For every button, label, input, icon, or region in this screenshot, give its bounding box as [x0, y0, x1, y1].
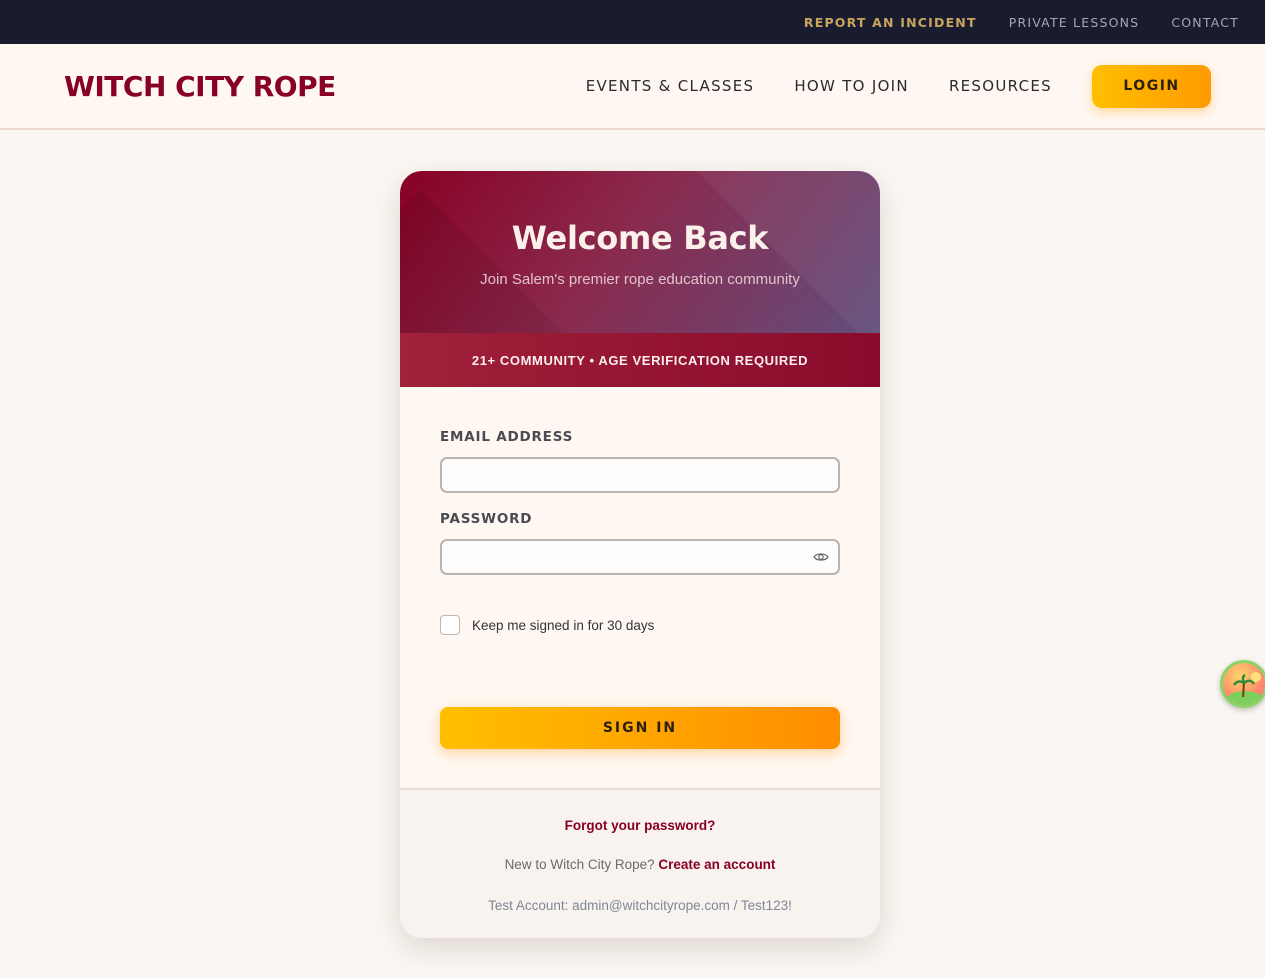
contact-link[interactable]: CONTACT [1171, 15, 1239, 30]
island-icon[interactable] [1220, 660, 1265, 708]
remember-me-label[interactable]: Keep me signed in for 30 days [472, 618, 654, 633]
nav-events-classes[interactable]: EVENTS & CLASSES [586, 77, 755, 95]
report-incident-link[interactable]: REPORT AN INCIDENT [804, 15, 977, 30]
signup-prompt-text: New to Witch City Rope? [504, 857, 655, 872]
page-title: Welcome Back [511, 219, 769, 257]
age-verification-banner: 21+ COMMUNITY • AGE VERIFICATION REQUIRE… [400, 333, 880, 387]
card-footer: Forgot your password? New to Witch City … [400, 788, 880, 938]
sign-in-button[interactable]: SIGN IN [440, 707, 840, 749]
test-account-note: Test Account: admin@witchcityrope.com / … [488, 898, 792, 913]
main-header: WITCH CITY ROPE EVENTS & CLASSES HOW TO … [0, 44, 1265, 130]
eye-icon[interactable] [813, 550, 829, 564]
header-login-button[interactable]: LOGIN [1092, 64, 1211, 108]
card-header: Welcome Back Join Salem's premier rope e… [400, 171, 880, 333]
password-label: PASSWORD [440, 511, 533, 527]
main-nav: EVENTS & CLASSES HOW TO JOIN RESOURCES L… [546, 64, 1211, 108]
email-label: EMAIL ADDRESS [440, 429, 574, 445]
utility-bar: REPORT AN INCIDENT PRIVATE LESSONS CONTA… [0, 0, 1265, 44]
signup-prompt: New to Witch City Rope? Create an accoun… [400, 857, 880, 872]
private-lessons-link[interactable]: PRIVATE LESSONS [1009, 15, 1140, 30]
email-field[interactable] [442, 459, 838, 491]
nav-resources[interactable]: RESOURCES [949, 77, 1052, 95]
email-field-wrapper [440, 457, 840, 493]
forgot-password-link[interactable]: Forgot your password? [565, 818, 716, 833]
password-field-wrapper [440, 539, 840, 575]
page-subtitle: Join Salem's premier rope education comm… [480, 271, 800, 288]
remember-me-row: Keep me signed in for 30 days [440, 615, 840, 635]
login-card: Welcome Back Join Salem's premier rope e… [400, 171, 880, 938]
password-field[interactable] [442, 541, 838, 573]
login-form: EMAIL ADDRESS PASSWORD Keep me signed in… [400, 387, 880, 749]
create-account-link[interactable]: Create an account [658, 857, 775, 872]
remember-me-checkbox[interactable] [440, 615, 460, 635]
nav-how-to-join[interactable]: HOW TO JOIN [794, 77, 909, 95]
site-logo[interactable]: WITCH CITY ROPE [64, 70, 336, 103]
